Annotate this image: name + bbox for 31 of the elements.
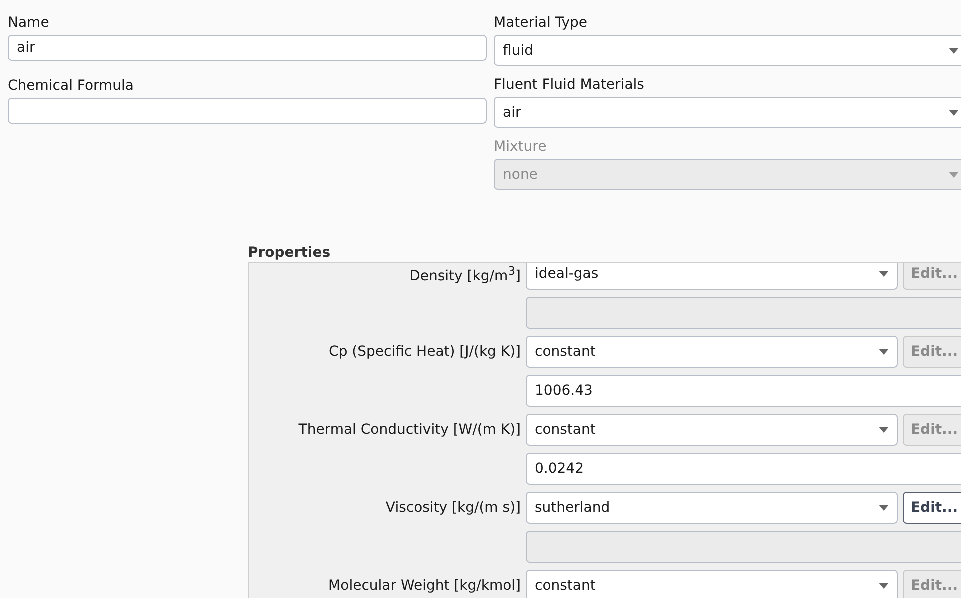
- dropdown-caret-icon: [879, 271, 889, 277]
- property-label: Viscosity [kg/(m s)]: [384, 500, 521, 516]
- property-label: Cp (Specific Heat) [J/(kg K)]: [328, 344, 521, 360]
- section-heading: Properties: [248, 244, 332, 262]
- value-field[interactable]: 0.0242: [526, 453, 961, 485]
- dropdown-caret-icon: [879, 583, 889, 589]
- dropdown-caret-icon: [949, 110, 959, 116]
- method-dropdown[interactable]: constant: [526, 570, 898, 598]
- dropdown[interactable]: air: [494, 97, 961, 128]
- method-dropdown[interactable]: constant: [526, 336, 898, 368]
- field-label: Fluent Fluid Materials: [494, 76, 646, 95]
- value-field[interactable]: 1006.43: [526, 375, 961, 407]
- field-label: Name: [8, 14, 50, 33]
- dropdown-caret-icon: [879, 505, 889, 511]
- dropdown[interactable]: fluid: [494, 35, 961, 66]
- property-label: Density [kg/m$^{3}$]: [408, 264, 521, 284]
- method-dropdown[interactable]: sutherland: [526, 492, 898, 524]
- property-label: Molecular Weight [kg/kmol]: [328, 578, 521, 594]
- edit-button[interactable]: Edit...: [903, 492, 961, 524]
- dropdown-caret-icon: [949, 172, 959, 178]
- dropdown-caret-icon: [879, 349, 889, 355]
- field-label: Mixture: [494, 138, 548, 157]
- method-dropdown[interactable]: ideal-gas: [526, 263, 898, 290]
- text-field[interactable]: [8, 98, 487, 124]
- method-dropdown[interactable]: constant: [526, 414, 898, 446]
- field-label: Chemical Formula: [8, 77, 136, 96]
- text-field[interactable]: air: [8, 35, 487, 61]
- dropdown-caret-icon: [949, 48, 959, 54]
- property-label: Thermal Conductivity [W/(m K)]: [298, 422, 521, 438]
- dropdown-caret-icon: [879, 427, 889, 433]
- field-label: Material Type: [494, 14, 588, 33]
